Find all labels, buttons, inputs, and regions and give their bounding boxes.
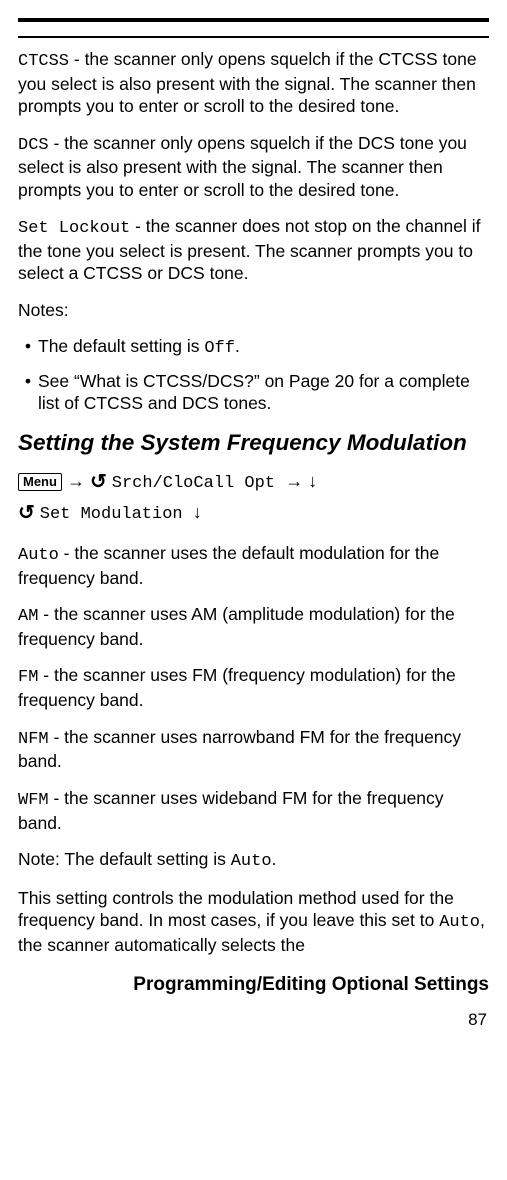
notes-label: Notes: bbox=[18, 299, 489, 321]
note-default-code: Auto bbox=[231, 852, 272, 871]
menu-navigation: Menu → ↺ Srch/CloCall Opt → ↓ ↺ Set Modu… bbox=[18, 466, 489, 529]
text-ctcss: - the scanner only opens squelch if the … bbox=[18, 49, 477, 116]
para-wfm: WFM - the scanner uses wideband FM for t… bbox=[18, 787, 489, 834]
nav-code1: Srch/CloCall Opt bbox=[112, 474, 285, 493]
para-fm: FM - the scanner uses FM (frequency modu… bbox=[18, 664, 489, 711]
arrow-down-icon: ↓ bbox=[193, 502, 202, 522]
code-ctcss: CTCSS bbox=[18, 52, 69, 71]
note1-b: . bbox=[235, 336, 240, 356]
para-lockout: Set Lockout - the scanner does not stop … bbox=[18, 215, 489, 285]
top-rule-thin bbox=[18, 36, 489, 38]
menu-key-icon: Menu bbox=[18, 473, 62, 492]
last-a: This setting controls the modulation met… bbox=[18, 888, 454, 930]
page-number: 87 bbox=[18, 1010, 487, 1030]
section-heading: Setting the System Frequency Modulation bbox=[18, 429, 489, 456]
arrow-right-icon: → bbox=[285, 471, 308, 491]
arrow-right-icon: → bbox=[67, 471, 90, 491]
para-auto: Auto - the scanner uses the default modu… bbox=[18, 542, 489, 589]
bullet-icon: • bbox=[18, 370, 38, 415]
code-nfm: NFM bbox=[18, 730, 49, 749]
para-nfm: NFM - the scanner uses narrowband FM for… bbox=[18, 726, 489, 773]
note1-a: The default setting is bbox=[38, 336, 204, 356]
arrow-down-icon: ↓ bbox=[308, 471, 317, 491]
bullet-icon: • bbox=[18, 335, 38, 360]
note-default-b: . bbox=[272, 849, 277, 869]
top-rule-thick bbox=[18, 18, 489, 22]
code-lockout: Set Lockout bbox=[18, 219, 130, 238]
text-fm: - the scanner uses FM (frequency modulat… bbox=[18, 665, 456, 710]
text-nfm: - the scanner uses narrowband FM for the… bbox=[18, 727, 461, 772]
text-am: - the scanner uses AM (amplitude modulat… bbox=[18, 604, 455, 649]
para-note-default: Note: The default setting is Auto. bbox=[18, 848, 489, 873]
last-code: Auto bbox=[439, 913, 480, 932]
para-dcs: DCS - the scanner only opens squelch if … bbox=[18, 132, 489, 202]
code-am: AM bbox=[18, 607, 38, 626]
list-item: • The default setting is Off. bbox=[18, 335, 489, 360]
list-item: • See “What is CTCSS/DCS?” on Page 20 fo… bbox=[18, 370, 489, 415]
footer-section-title: Programming/Editing Optional Settings bbox=[18, 974, 489, 996]
note1-code: Off bbox=[204, 339, 235, 358]
note-default-a: Note: The default setting is bbox=[18, 849, 231, 869]
note2: See “What is CTCSS/DCS?” on Page 20 for … bbox=[38, 370, 489, 415]
nav-code2: Set Modulation bbox=[40, 505, 193, 524]
code-wfm: WFM bbox=[18, 791, 49, 810]
code-fm: FM bbox=[18, 668, 38, 687]
para-am: AM - the scanner uses AM (amplitude modu… bbox=[18, 603, 489, 650]
text-dcs: - the scanner only opens squelch if the … bbox=[18, 133, 467, 200]
rotate-icon: ↺ bbox=[90, 471, 107, 493]
rotate-icon: ↺ bbox=[18, 502, 35, 524]
text-wfm: - the scanner uses wideband FM for the f… bbox=[18, 788, 444, 833]
para-ctcss: CTCSS - the scanner only opens squelch i… bbox=[18, 48, 489, 118]
text-auto: - the scanner uses the default modulatio… bbox=[18, 543, 439, 588]
notes-list: • The default setting is Off. • See “Wha… bbox=[18, 335, 489, 415]
para-last: This setting controls the modulation met… bbox=[18, 887, 489, 957]
code-auto: Auto bbox=[18, 546, 59, 565]
note1: The default setting is Off. bbox=[38, 335, 240, 360]
code-dcs: DCS bbox=[18, 136, 49, 155]
